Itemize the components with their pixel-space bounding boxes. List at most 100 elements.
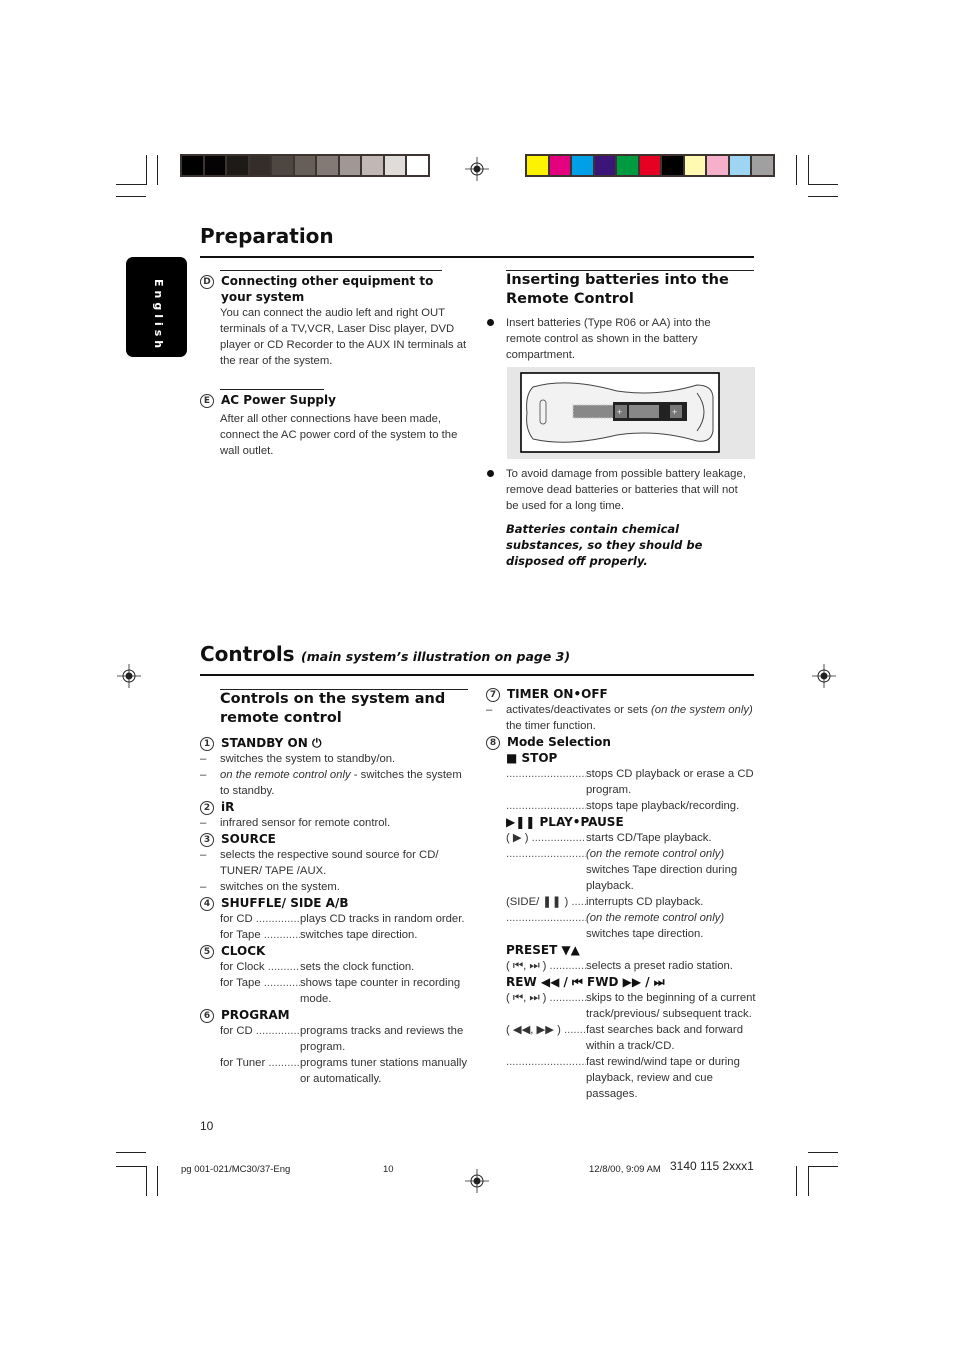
crop-mark xyxy=(116,1166,146,1167)
remote-control-illustration: + + xyxy=(520,372,720,453)
item-rows: for CD .................................… xyxy=(200,1023,470,1087)
row-label: ( ⏮, ⏭ ) ...............................… xyxy=(506,958,586,974)
item-number: 4 xyxy=(200,897,214,911)
item-heading: TIMER ON•OFF xyxy=(507,687,608,701)
row-label: ( ◀◀, ▶▶ ) .............................… xyxy=(506,1022,586,1054)
leader-dots: ........................................… xyxy=(255,1025,300,1037)
row-label: for Clock ..............................… xyxy=(220,959,300,975)
mode-group-heading: REW ◀◀ / ⏮ FWD ▶▶ / ⏭ xyxy=(506,975,665,989)
svg-text:+: + xyxy=(617,407,622,417)
item-description: – on the remote control only - switches t… xyxy=(200,767,470,799)
text: switches the system to standby/on. xyxy=(220,753,396,765)
italic-note: on the remote control only xyxy=(220,769,351,781)
label-value-row: for Tape ...............................… xyxy=(220,927,470,943)
item-number: 8 xyxy=(486,736,500,750)
item-heading: CLOCK xyxy=(221,944,266,958)
row-label-text: ( ⏮, ⏭ ) xyxy=(506,960,547,972)
leader-dots: ........................................… xyxy=(549,992,586,1004)
item-heading-row: 6 PROGRAM xyxy=(200,1007,470,1023)
gray-color-bar xyxy=(180,154,430,177)
color-swatch xyxy=(339,156,360,175)
color-swatch xyxy=(249,156,270,175)
color-swatch xyxy=(407,156,428,175)
label-value-row: ........................................… xyxy=(506,910,756,942)
footer-file: pg 001-021/MC30/37-Eng xyxy=(181,1164,291,1175)
item-heading: iR xyxy=(221,800,235,814)
color-swatch xyxy=(272,156,293,175)
leader-dots: ........................................… xyxy=(531,832,586,844)
row-value: fast searches back and forward within a … xyxy=(586,1022,756,1054)
controls-subtitle: (main system’s illustration on page 3) xyxy=(301,649,571,664)
leader-dots: ........................................… xyxy=(549,960,586,972)
row-value: switches tape direction. xyxy=(300,927,470,943)
svg-text:+: + xyxy=(672,407,677,417)
row-label: for Tuner ..............................… xyxy=(220,1055,300,1087)
dash: – xyxy=(200,817,207,829)
color-swatch xyxy=(317,156,338,175)
dash: – xyxy=(200,849,207,861)
item-description: – selects the respective sound source for… xyxy=(200,847,470,879)
row-label-text: for Clock xyxy=(220,961,265,973)
row-label: for Tape ...............................… xyxy=(220,927,300,943)
row-value-text: stops CD playback or erase a CD program. xyxy=(586,768,754,796)
section-text: After all other connections have been ma… xyxy=(220,413,458,457)
item-description: – infrared sensor for remote control. xyxy=(200,815,470,831)
leader-dots: ........................................… xyxy=(268,1057,300,1069)
controls-section-heading: Controls on the system and remote contro… xyxy=(220,691,446,726)
controls-right-column: 7 TIMER ON•OFF – activates/deactivates or … xyxy=(486,686,756,1102)
label-value-row: ........................................… xyxy=(506,766,756,798)
registration-mark-icon xyxy=(465,157,489,181)
italic-note: (on the remote control only) xyxy=(586,912,725,924)
item-heading-row: 2 iR xyxy=(200,799,470,815)
label-value-row: (SIDE/ ❚❚ ) ............................… xyxy=(506,894,756,910)
footer-code: 3140 115 2xxx1 xyxy=(670,1159,754,1173)
row-label: for CD .................................… xyxy=(220,911,300,927)
item-heading-row: 3 SOURCE xyxy=(200,831,470,847)
dash: – xyxy=(200,769,207,781)
row-value-text: fast rewind/wind tape or during playback… xyxy=(586,1056,740,1100)
crop-mark xyxy=(157,1166,158,1196)
text: switches on the system. xyxy=(220,881,340,893)
leader-dots: ........................................… xyxy=(563,1024,586,1036)
row-value: shows tape counter in recording mode. xyxy=(300,975,470,1007)
color-swatch xyxy=(294,156,315,175)
text: the timer function. xyxy=(506,720,596,732)
text: activates/deactivates or sets xyxy=(506,704,652,716)
label-value-row: ( ▶ ) ..................................… xyxy=(506,830,756,846)
label-value-row: ........................................… xyxy=(506,798,756,814)
registration-mark-icon xyxy=(812,664,836,688)
row-label-text: for CD xyxy=(220,1025,253,1037)
row-label: for Tape ...............................… xyxy=(220,975,300,1007)
row-value-text: switches tape direction. xyxy=(586,928,704,940)
row-value-text: fast searches back and forward within a … xyxy=(586,1024,743,1052)
color-swatch xyxy=(362,156,383,175)
marker-d: D xyxy=(200,275,214,289)
leader-dots: ........................................… xyxy=(506,1056,586,1068)
row-value: skips to the beginning of a current trac… xyxy=(586,990,756,1022)
color-swatch xyxy=(227,156,248,175)
row-value: stops CD playback or erase a CD program. xyxy=(586,766,756,798)
section-rule xyxy=(220,270,442,271)
row-value-text: switches Tape direction during playback. xyxy=(586,864,738,892)
row-value: programs tracks and reviews the program. xyxy=(300,1023,470,1055)
text: infrared sensor for remote control. xyxy=(220,817,391,829)
timer-description: – activates/deactivates or sets (on the s… xyxy=(486,702,756,734)
color-swatch xyxy=(204,156,225,175)
item-heading-row: 1 STANDBY ON ⏻ xyxy=(200,735,470,751)
row-value-text: programs tracks and reviews the program. xyxy=(300,1025,464,1053)
row-label-text: for Tape xyxy=(220,977,261,989)
mode-groups: ■ STOP .................................… xyxy=(486,750,756,1102)
registration-mark-icon xyxy=(117,664,141,688)
color-bar xyxy=(525,154,775,177)
text: selects the respective sound source for … xyxy=(220,849,439,877)
row-label: ( ⏮, ⏭ ) ...............................… xyxy=(506,990,586,1022)
color-swatch xyxy=(639,156,660,175)
leader-dots: ........................................… xyxy=(263,929,300,941)
label-value-row: for CD .................................… xyxy=(220,1023,470,1055)
color-swatch xyxy=(572,156,593,175)
color-swatch xyxy=(752,156,773,175)
row-label-text: for Tape xyxy=(220,929,261,941)
leader-dots: ........................................… xyxy=(506,912,586,924)
crop-mark xyxy=(796,155,797,185)
item-number: 7 xyxy=(486,688,500,702)
